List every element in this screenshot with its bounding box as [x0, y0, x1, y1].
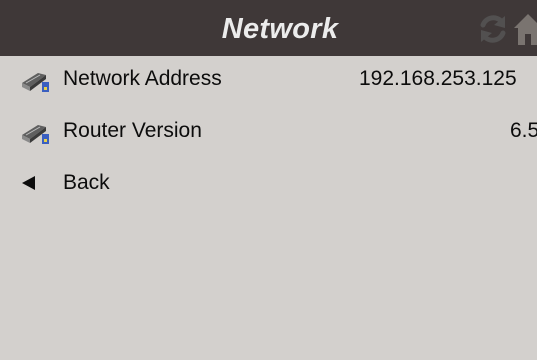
refresh-icon[interactable] — [477, 13, 509, 45]
back-arrow-icon — [22, 176, 35, 190]
back-button[interactable]: Back — [0, 161, 537, 205]
router-version-value: 6.5 — [510, 119, 537, 142]
router-version-label: Router Version — [63, 119, 202, 142]
page-title: Network — [221, 13, 339, 45]
network-address-value: 192.168.253.125 — [359, 67, 517, 90]
list-item-network-address[interactable]: Network Address 192.168.253.125 — [0, 57, 537, 101]
network-adapter-icon — [22, 125, 49, 144]
back-label: Back — [63, 171, 110, 194]
header-bar: Network — [0, 0, 537, 56]
network-adapter-icon — [22, 73, 49, 92]
network-screen: Network Network Address 192.168.253.125 — [0, 0, 537, 360]
list-item-router-version[interactable]: Router Version 6.5 — [0, 109, 537, 153]
home-icon[interactable] — [513, 13, 537, 45]
network-address-label: Network Address — [63, 67, 222, 90]
